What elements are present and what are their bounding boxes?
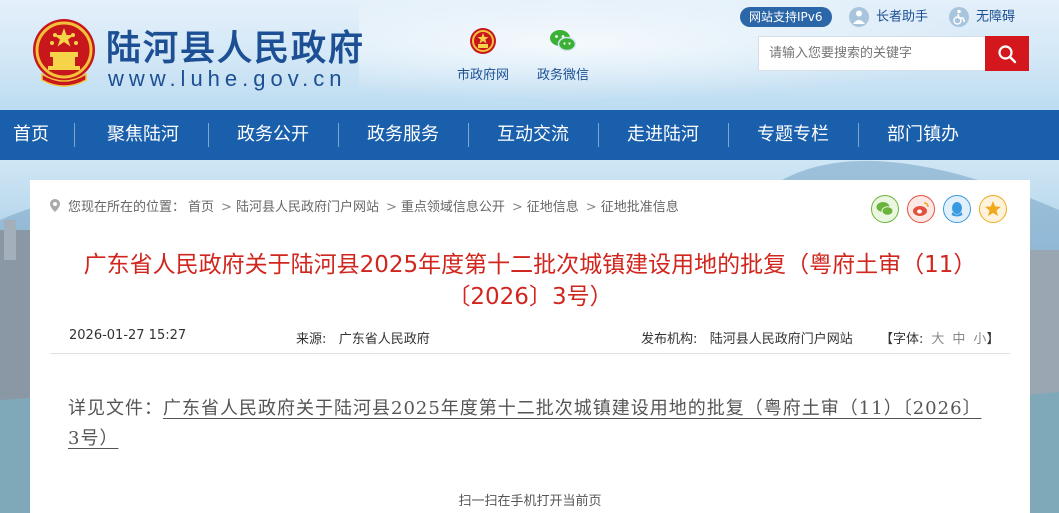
nav-divider (208, 123, 209, 147)
font-size-label: 【字体: (880, 332, 924, 347)
nav-item-departments[interactable]: 部门镇办 (860, 110, 986, 160)
wheelchair-icon (949, 7, 969, 27)
nav-item-gov-open[interactable]: 政务公开 (210, 110, 336, 160)
publish-date: 2026-01-27 15:27 (69, 328, 187, 343)
qr-tip: 扫一扫在手机打开当前页 (458, 494, 602, 509)
wechat-icon (550, 30, 577, 52)
nav-item-home[interactable]: 首页 (0, 110, 62, 160)
qq-share-icon (951, 202, 963, 217)
main-nav: 首页 聚焦陆河 政务公开 政务服务 互动交流 走进陆河 专题专栏 部门镇办 (0, 110, 1059, 160)
location-pin-icon (50, 199, 60, 212)
breadcrumb-land-approval[interactable]: 征地批准信息 (601, 200, 679, 215)
breadcrumb-separator: > (511, 200, 523, 215)
nav-divider (74, 123, 75, 147)
nav-divider (598, 123, 599, 147)
nav-item-topics[interactable]: 专题专栏 (730, 110, 856, 160)
favorite-button[interactable] (979, 195, 1007, 223)
font-size-medium[interactable]: 中 (952, 332, 965, 347)
font-size-control: 【字体: 大中小】 (880, 328, 999, 347)
font-size-large[interactable]: 大 (931, 332, 944, 347)
publisher-label: 发布机构: (641, 332, 698, 347)
nav-item-interaction[interactable]: 互动交流 (470, 110, 596, 160)
city-gov-link[interactable]: 市政府网 (448, 26, 518, 83)
breadcrumb-separator: > (385, 200, 397, 215)
article-title-line-1: 广东省人民政府关于陆河县2025年度第十二批次城镇建设用地的批复（粤府土审（11… (83, 252, 977, 278)
article-card: 您现在所在的位置： 首页 > 陆河县人民政府门户网站 > 重点领域信息公开 > 征地信息 > 征地… (30, 180, 1030, 513)
elder-icon (849, 7, 869, 27)
city-gov-label: 市政府网 (456, 68, 509, 83)
breadcrumb-key-areas[interactable]: 重点领域信息公开 (401, 200, 505, 215)
nav-item-services[interactable]: 政务服务 (340, 110, 466, 160)
wechat-share-icon (876, 202, 894, 216)
site-header: 陆河县人民政府 www.luhe.gov.cn 市政府网 政务微信 网站支持IP… (0, 0, 1059, 110)
nav-item-about[interactable]: 走进陆河 (600, 110, 726, 160)
nav-divider (468, 123, 469, 147)
ipv6-badge: 网站支持IPv6 (740, 7, 832, 27)
qr-code-image (442, 509, 618, 513)
breadcrumb: 您现在所在的位置： 首页 > 陆河县人民政府门户网站 > 重点领域信息公开 > 征地信息 > 征地… (50, 196, 682, 215)
article-source: 来源: 广东省人民政府 (296, 328, 430, 347)
breadcrumb-separator: > (221, 200, 232, 215)
article-publisher: 发布机构: 陆河县人民政府门户网站 (641, 328, 853, 347)
search-box (758, 36, 986, 71)
breadcrumb-portal[interactable]: 陆河县人民政府门户网站 (236, 200, 379, 215)
elder-mode-link[interactable]: 长者助手 (848, 6, 928, 28)
qq-share-button[interactable] (943, 195, 971, 223)
source-label: 来源: (296, 332, 327, 347)
gov-wechat-link[interactable]: 政务微信 (528, 26, 598, 83)
source-value: 广东省人民政府 (338, 332, 430, 347)
breadcrumb-prefix: 您现在所在的位置： (68, 200, 186, 215)
article-meta: 2026-01-27 15:27 来源: 广东省人民政府 发布机构: 陆河县人民… (50, 324, 1010, 354)
breadcrumb-land-info[interactable]: 征地信息 (527, 200, 579, 215)
national-emblem-icon[interactable] (30, 16, 98, 90)
search-icon (998, 44, 1017, 63)
detail-prefix: 详见文件： (68, 398, 163, 419)
font-size-small[interactable]: 小 (973, 332, 986, 347)
nav-item-focus[interactable]: 聚焦陆河 (80, 110, 206, 160)
site-name[interactable]: 陆河县人民政府 (106, 20, 365, 71)
favorite-icon (985, 201, 1001, 216)
breadcrumb-separator: > (585, 200, 597, 215)
article-title: 广东省人民政府关于陆河县2025年度第十二批次城镇建设用地的批复（粤府土审（11… (50, 249, 1010, 313)
accessibility-label: 无障碍 (976, 9, 1016, 25)
nav-divider (338, 123, 339, 147)
elder-mode-label: 长者助手 (876, 9, 929, 25)
site-url: www.luhe.gov.cn (108, 66, 347, 91)
detail-document-link[interactable]: 广东省人民政府关于陆河县2025年度第十二批次城镇建设用地的批复（粤府土审（11… (68, 398, 982, 449)
search-input[interactable] (759, 37, 985, 70)
emblem-icon (470, 28, 496, 54)
nav-divider (858, 123, 859, 147)
nav-divider (728, 123, 729, 147)
search-button[interactable] (985, 36, 1029, 71)
publisher-value: 陆河县人民政府门户网站 (709, 332, 853, 347)
article-body: 详见文件：广东省人民政府关于陆河县2025年度第十二批次城镇建设用地的批复（粤府… (68, 394, 988, 454)
weibo-share-icon (913, 202, 929, 216)
article-title-line-2: 〔2026〕3号） (447, 284, 613, 310)
weibo-share-button[interactable] (907, 195, 935, 223)
accessibility-link[interactable]: 无障碍 (948, 6, 1015, 28)
font-size-close: 】 (986, 332, 1000, 347)
breadcrumb-home[interactable]: 首页 (188, 200, 214, 215)
wechat-share-button[interactable] (871, 195, 899, 223)
gov-wechat-label: 政务微信 (536, 68, 589, 83)
